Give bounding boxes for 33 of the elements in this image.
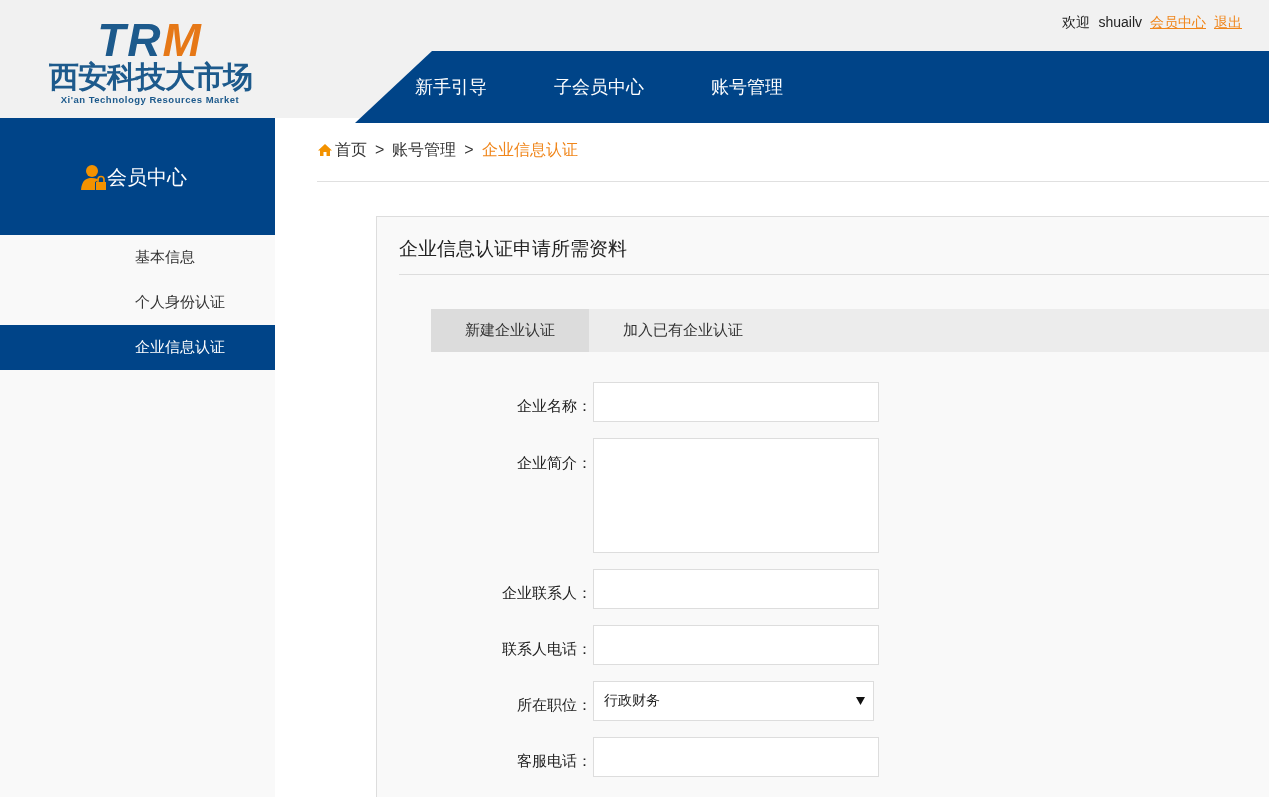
input-field[interactable] (593, 624, 879, 665)
greeting-text: 欢迎 (1062, 13, 1091, 32)
nav-link[interactable]: 子会员中心 (554, 73, 644, 101)
field-label: 联系人电话： (501, 638, 593, 659)
logo-subtitle: Xi'an Technology Resources Market (60, 94, 240, 106)
breadcrumb-separator: > (375, 140, 385, 160)
panel-title: 企业信息认证申请所需资料 (399, 217, 1269, 275)
breadcrumb-link[interactable]: 首页 (335, 138, 367, 162)
input-field[interactable] (593, 568, 879, 609)
logo-name: 西安科技大市场 (48, 60, 252, 94)
input-field[interactable] (593, 381, 879, 422)
input-field[interactable] (593, 736, 879, 777)
sidebar-title: 会员中心 (106, 164, 187, 190)
breadcrumb-separator: > (464, 140, 474, 160)
field-label: 企业名称： (516, 395, 593, 416)
nav-link[interactable]: 新手引导 (415, 73, 487, 101)
field-label: 客服电话： (516, 750, 593, 771)
user-lock-icon (80, 163, 107, 190)
sidebar-item[interactable]: 个人身份认证 (0, 280, 275, 325)
dropdown-caret-icon (856, 696, 865, 705)
sidebar-item[interactable]: 企业信息认证 (0, 325, 275, 370)
breadcrumb-link[interactable]: 账号管理 (392, 138, 457, 162)
tab[interactable]: 新建企业认证 (431, 308, 589, 352)
field-label: 所在职位： (516, 694, 593, 715)
home-icon (317, 143, 333, 157)
text-area[interactable] (593, 437, 879, 553)
nav-link[interactable]: 账号管理 (711, 73, 783, 101)
logo-mark: TRM (97, 20, 203, 60)
username-text: shuailv (1098, 13, 1142, 32)
sidebar-item[interactable]: 基本信息 (0, 235, 275, 280)
select-field[interactable]: 行政财务 (593, 680, 874, 721)
field-label: 企业联系人： (501, 582, 593, 603)
field-label: 企业简介： (516, 452, 593, 473)
